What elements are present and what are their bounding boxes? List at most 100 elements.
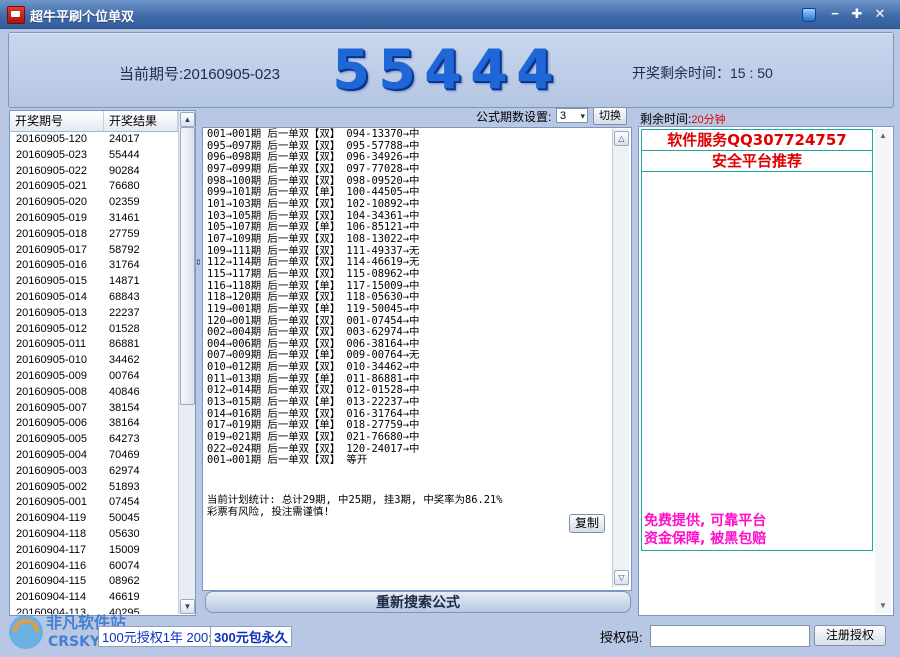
scroll-thumb[interactable]: [180, 127, 195, 405]
result-cell: 62974: [109, 464, 140, 477]
result-cell: 46619: [109, 591, 140, 604]
service-qq-text[interactable]: 软件服务QQ307724757: [642, 130, 872, 151]
table-row[interactable]: 20160905-120 24017: [10, 132, 178, 148]
column-header-period[interactable]: 开奖期号: [10, 111, 104, 131]
period-cell: 20160904-117: [16, 543, 87, 556]
splitter[interactable]: ⇕: [195, 110, 202, 614]
formula-period-label: 公式期数设置:: [476, 110, 552, 124]
period-cell: 20160905-023: [16, 148, 87, 161]
table-row[interactable]: 20160904-119 50045: [10, 511, 178, 527]
plan-line: 107→109期 后一单双【双】 108-13022→中: [207, 232, 420, 245]
ad-box: 软件服务QQ307724757 安全平台推荐 免费提供, 可靠平台 资金保障, …: [641, 129, 873, 551]
period-cell: 20160905-004: [16, 448, 87, 461]
scroll-down-icon[interactable]: ▼: [879, 601, 887, 610]
period-cell: 20160905-011: [16, 338, 87, 351]
register-button[interactable]: 注册授权: [814, 625, 886, 646]
period-cell: 20160904-114: [16, 591, 87, 604]
period-cell: 20160905-014: [16, 290, 87, 303]
period-cell: 20160905-013: [16, 306, 87, 319]
ad-bottom-line: 资金保障, 被黑包赔: [644, 531, 767, 547]
table-row[interactable]: 20160905-022 90284: [10, 164, 178, 180]
result-cell: 22237: [109, 306, 140, 319]
result-cell: 02359: [109, 196, 140, 209]
period-cell: 20160905-022: [16, 164, 87, 177]
formula-period-select[interactable]: 3: [556, 108, 588, 124]
result-cell: 34462: [109, 354, 140, 367]
close-button[interactable]: ✕: [871, 6, 889, 22]
table-row[interactable]: 20160905-001 07454: [10, 495, 178, 511]
period-cell: 20160905-015: [16, 275, 87, 288]
research-formula-button[interactable]: 重新搜索公式: [205, 591, 631, 613]
table-row[interactable]: 20160905-021 76680: [10, 179, 178, 195]
table-row[interactable]: 20160904-118 05630: [10, 527, 178, 543]
table-row[interactable]: 20160905-002 51893: [10, 480, 178, 496]
table-row[interactable]: 20160905-003 62974: [10, 464, 178, 480]
ad-scrollbar[interactable]: ▲ ▼: [875, 129, 891, 613]
table-row[interactable]: 20160905-011 86881: [10, 337, 178, 353]
result-cell: 55444: [109, 148, 140, 161]
result-cell: 07454: [109, 496, 140, 509]
table-row[interactable]: 20160905-019 31461: [10, 211, 178, 227]
table-row[interactable]: 20160904-115 08962: [10, 574, 178, 590]
plan-scrollbar[interactable]: △ ▽: [612, 129, 629, 587]
list-scrollbar[interactable]: ▲ ▼: [178, 111, 195, 614]
result-cell: 90284: [109, 164, 140, 177]
table-row[interactable]: 20160905-012 01528: [10, 322, 178, 338]
result-cell: 50045: [109, 512, 140, 525]
period-cell: 20160905-021: [16, 180, 87, 193]
result-cell: 27759: [109, 227, 140, 240]
table-row[interactable]: 20160905-008 40846: [10, 385, 178, 401]
auth-code-input[interactable]: [650, 625, 810, 647]
scroll-up-icon[interactable]: ▲: [180, 112, 195, 127]
table-row[interactable]: 20160904-117 15009: [10, 543, 178, 559]
period-cell: 20160905-006: [16, 417, 87, 430]
risk-note: 彩票有风险, 投注需谨慎!: [207, 506, 330, 518]
copy-button[interactable]: 复制: [569, 514, 605, 533]
auth-code-label: 授权码:: [600, 630, 643, 645]
period-cell: 20160904-118: [16, 527, 87, 540]
table-row[interactable]: 20160905-005 64273: [10, 432, 178, 448]
result-cell: 58792: [109, 243, 140, 256]
column-header-result[interactable]: 开奖结果: [104, 111, 178, 131]
table-row[interactable]: 20160905-016 31764: [10, 258, 178, 274]
table-row[interactable]: 20160905-023 55444: [10, 148, 178, 164]
table-row[interactable]: 20160905-010 34462: [10, 353, 178, 369]
result-cell: 51893: [109, 480, 140, 493]
ad-bottom-text[interactable]: 免费提供, 可靠平台 资金保障, 被黑包赔: [644, 512, 872, 548]
scroll-down-icon[interactable]: ▽: [614, 570, 629, 585]
table-row[interactable]: 20160905-014 68843: [10, 290, 178, 306]
switch-button[interactable]: 切换: [593, 107, 627, 125]
current-period-label: 当前期号:20160905-023: [119, 66, 280, 83]
result-cell: 86881: [109, 338, 140, 351]
result-cell: 24017: [109, 133, 140, 145]
maximize-button[interactable]: ✚: [848, 6, 866, 22]
platform-recommend-text[interactable]: 安全平台推荐: [642, 151, 872, 172]
scroll-up-icon[interactable]: △: [614, 131, 629, 146]
scroll-down-icon[interactable]: ▼: [180, 599, 195, 614]
period-cell: 20160905-008: [16, 385, 87, 398]
period-cell: 20160905-003: [16, 464, 87, 477]
table-row[interactable]: 20160905-009 00764: [10, 369, 178, 385]
table-row[interactable]: 20160905-015 14871: [10, 274, 178, 290]
countdown-label: 开奖剩余时间：15 : 50: [632, 65, 773, 81]
table-row[interactable]: 20160905-018 27759: [10, 227, 178, 243]
remaining-time-label: 剩余时间:: [640, 112, 692, 126]
table-row[interactable]: 20160905-007 38154: [10, 401, 178, 417]
list-body: 20160905-120 24017 20160905-023 55444 201609…: [10, 132, 178, 614]
skin-icon[interactable]: [800, 6, 818, 22]
table-row[interactable]: 20160905-017 58792: [10, 243, 178, 259]
plan-lines: 001→001期 后一单双【双】 094-13370→中 095→097期 后一单…: [207, 128, 607, 467]
minimize-button[interactable]: −: [826, 6, 844, 22]
table-row[interactable]: 20160904-116 60074: [10, 559, 178, 575]
period-cell: 20160905-020: [16, 196, 87, 209]
table-row[interactable]: 20160905-004 70469: [10, 448, 178, 464]
license-forever-link[interactable]: 300元包永久: [210, 626, 292, 647]
table-row[interactable]: 20160905-013 22237: [10, 306, 178, 322]
table-row[interactable]: 20160905-006 38164: [10, 416, 178, 432]
period-cell: 20160905-005: [16, 433, 87, 446]
table-row[interactable]: 20160904-114 46619: [10, 590, 178, 606]
scroll-up-icon[interactable]: ▲: [879, 131, 887, 140]
draw-digit: 4: [516, 38, 554, 101]
table-row[interactable]: 20160905-020 02359: [10, 195, 178, 211]
period-cell: 20160905-002: [16, 480, 87, 493]
